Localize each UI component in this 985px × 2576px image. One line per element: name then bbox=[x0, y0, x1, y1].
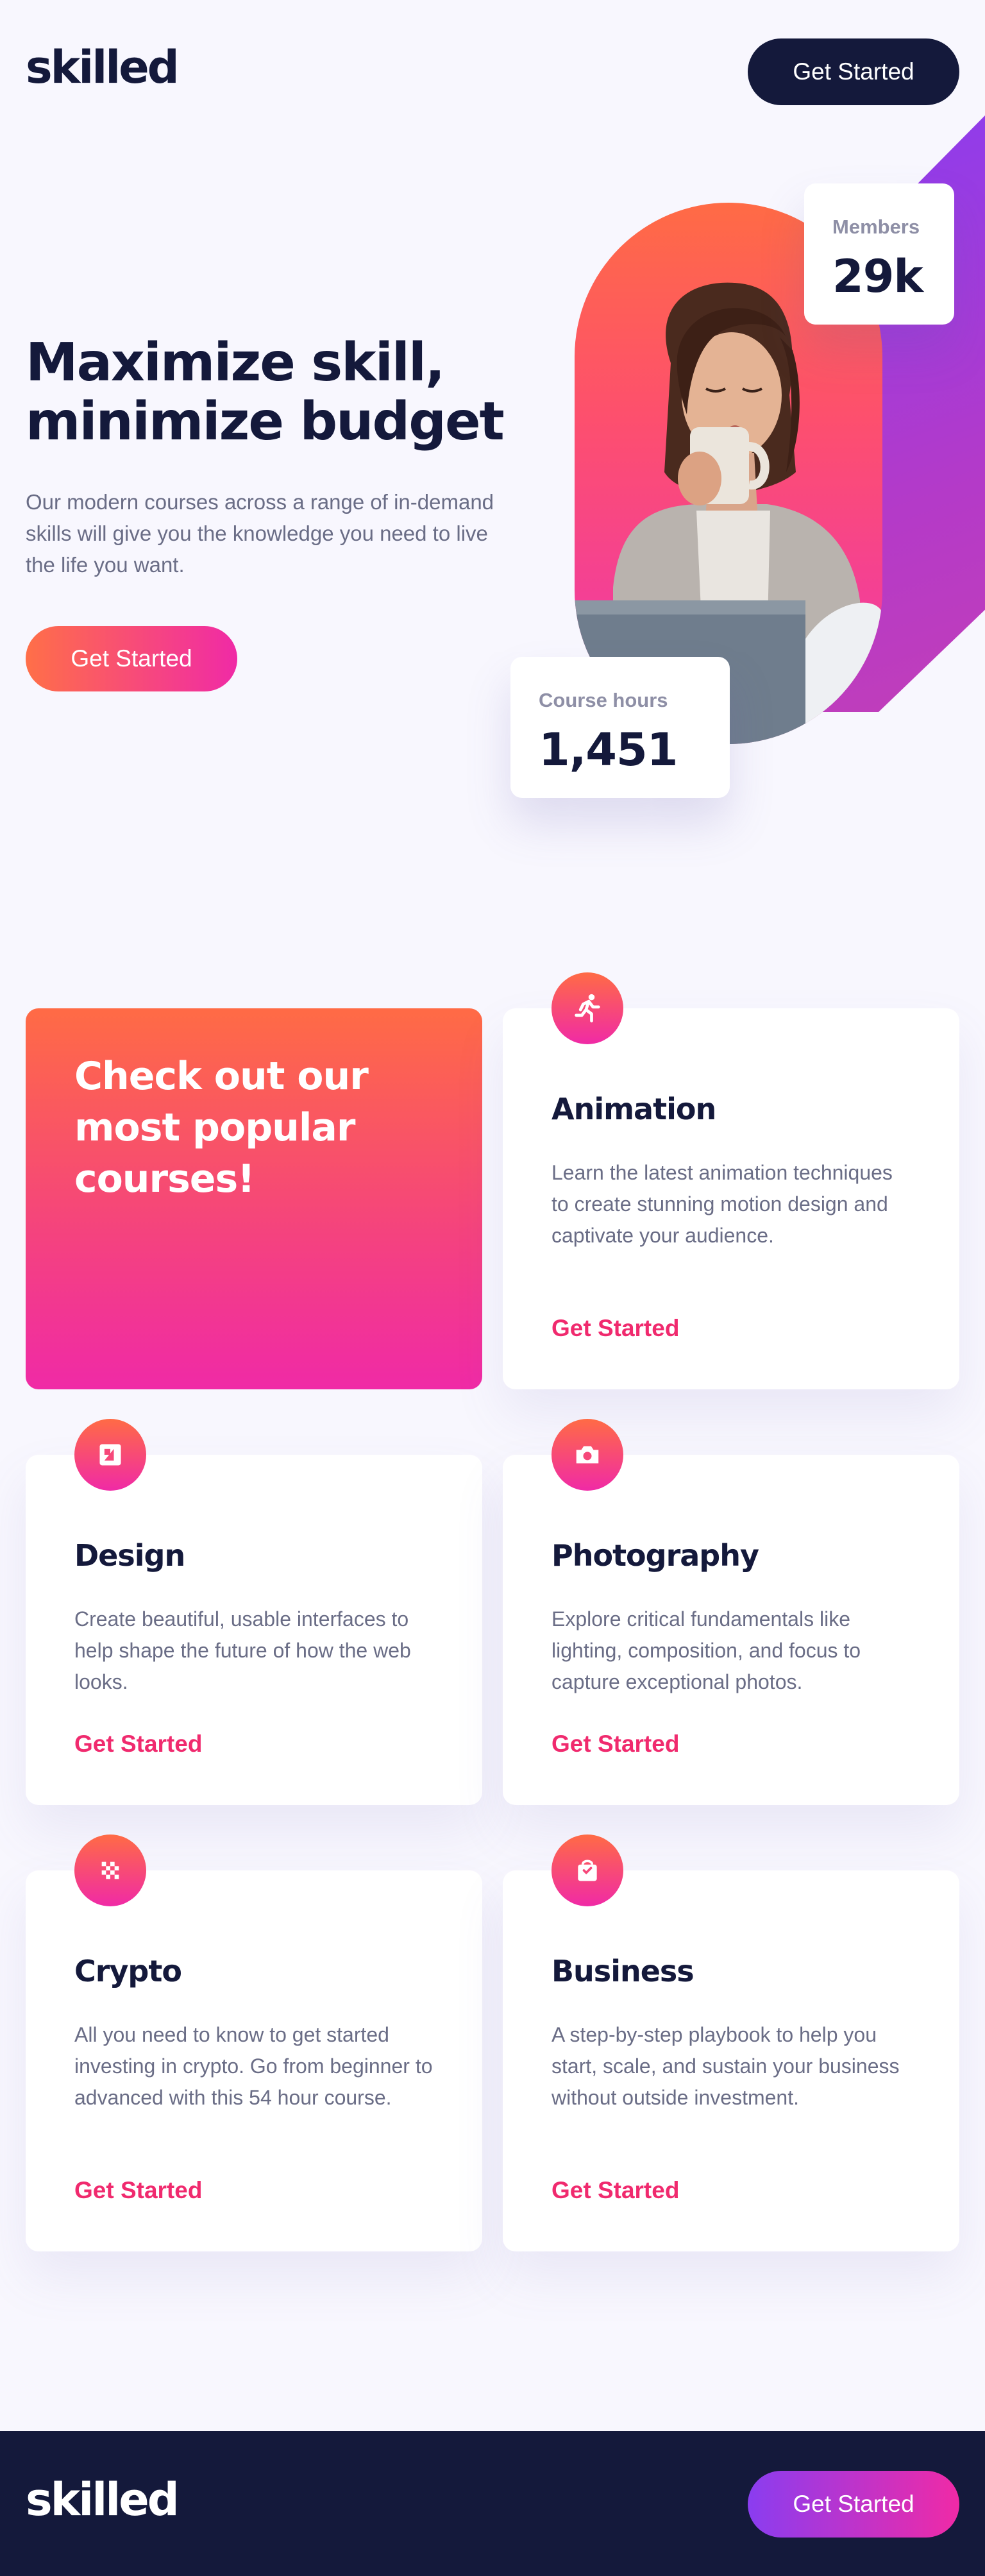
course-description: Create beautiful, usable interfaces to h… bbox=[74, 1607, 411, 1693]
footer-logo[interactable]: skilled bbox=[26, 2477, 180, 2522]
footer-get-started-button[interactable]: Get Started bbox=[748, 2471, 959, 2538]
promo-title: Check out our most popular courses! bbox=[74, 1054, 369, 1201]
header-logo[interactable]: skilled bbox=[26, 45, 180, 90]
course-hours-label: Course hours bbox=[539, 689, 668, 711]
course-get-started-link[interactable]: Get Started bbox=[74, 1731, 202, 1758]
header-get-started-button[interactable]: Get Started bbox=[748, 38, 959, 105]
popular-courses-promo: Check out our most popular courses! bbox=[26, 1008, 482, 1389]
members-label: Members bbox=[832, 216, 920, 238]
course-hours-value: 1,451 bbox=[539, 724, 678, 776]
members-value: 29k bbox=[832, 250, 923, 303]
running-person-icon bbox=[551, 972, 623, 1044]
course-title: Photography bbox=[551, 1538, 759, 1573]
members-stat-card: Members 29k bbox=[804, 183, 954, 325]
landing-page: skilled Get Started Members 29k Course h… bbox=[0, 0, 985, 2576]
course-card-business: Business A step-by-step playbook to help… bbox=[503, 1835, 959, 2251]
course-card-photography: Photography Explore critical fundamental… bbox=[503, 1419, 959, 1805]
course-description: A step-by-step playbook to help you star… bbox=[551, 2023, 900, 2109]
shopping-bag-icon bbox=[551, 1835, 623, 1906]
course-title: Animation bbox=[551, 1092, 716, 1126]
hero-description: Our modern courses across a range of in-… bbox=[26, 490, 494, 577]
course-description: All you need to know to get started inve… bbox=[74, 2023, 433, 2109]
course-get-started-link[interactable]: Get Started bbox=[551, 1315, 679, 1342]
course-title: Crypto bbox=[74, 1954, 182, 1988]
crypto-icon bbox=[74, 1835, 146, 1906]
hero-get-started-button[interactable]: Get Started bbox=[26, 626, 237, 691]
camera-icon bbox=[551, 1419, 623, 1491]
footer: skilled Get Started bbox=[0, 2431, 985, 2576]
course-card-crypto: Crypto All you need to know to get start… bbox=[26, 1835, 482, 2251]
course-card-animation: Animation Learn the latest animation tec… bbox=[503, 972, 959, 1389]
hero-title: Maximize skill, minimize budget bbox=[26, 332, 505, 452]
course-get-started-link[interactable]: Get Started bbox=[551, 2177, 679, 2204]
course-description: Learn the latest animation techniques to… bbox=[551, 1161, 893, 1247]
course-title: Design bbox=[74, 1538, 185, 1573]
course-get-started-link[interactable]: Get Started bbox=[551, 1731, 679, 1758]
course-description: Explore critical fundamentals like light… bbox=[551, 1607, 861, 1693]
course-get-started-link[interactable]: Get Started bbox=[74, 2177, 202, 2204]
course-hours-stat-card: Course hours 1,451 bbox=[510, 657, 730, 798]
design-icon bbox=[74, 1419, 146, 1491]
course-card-design: Design Create beautiful, usable interfac… bbox=[26, 1419, 482, 1805]
course-title: Business bbox=[551, 1954, 695, 1988]
